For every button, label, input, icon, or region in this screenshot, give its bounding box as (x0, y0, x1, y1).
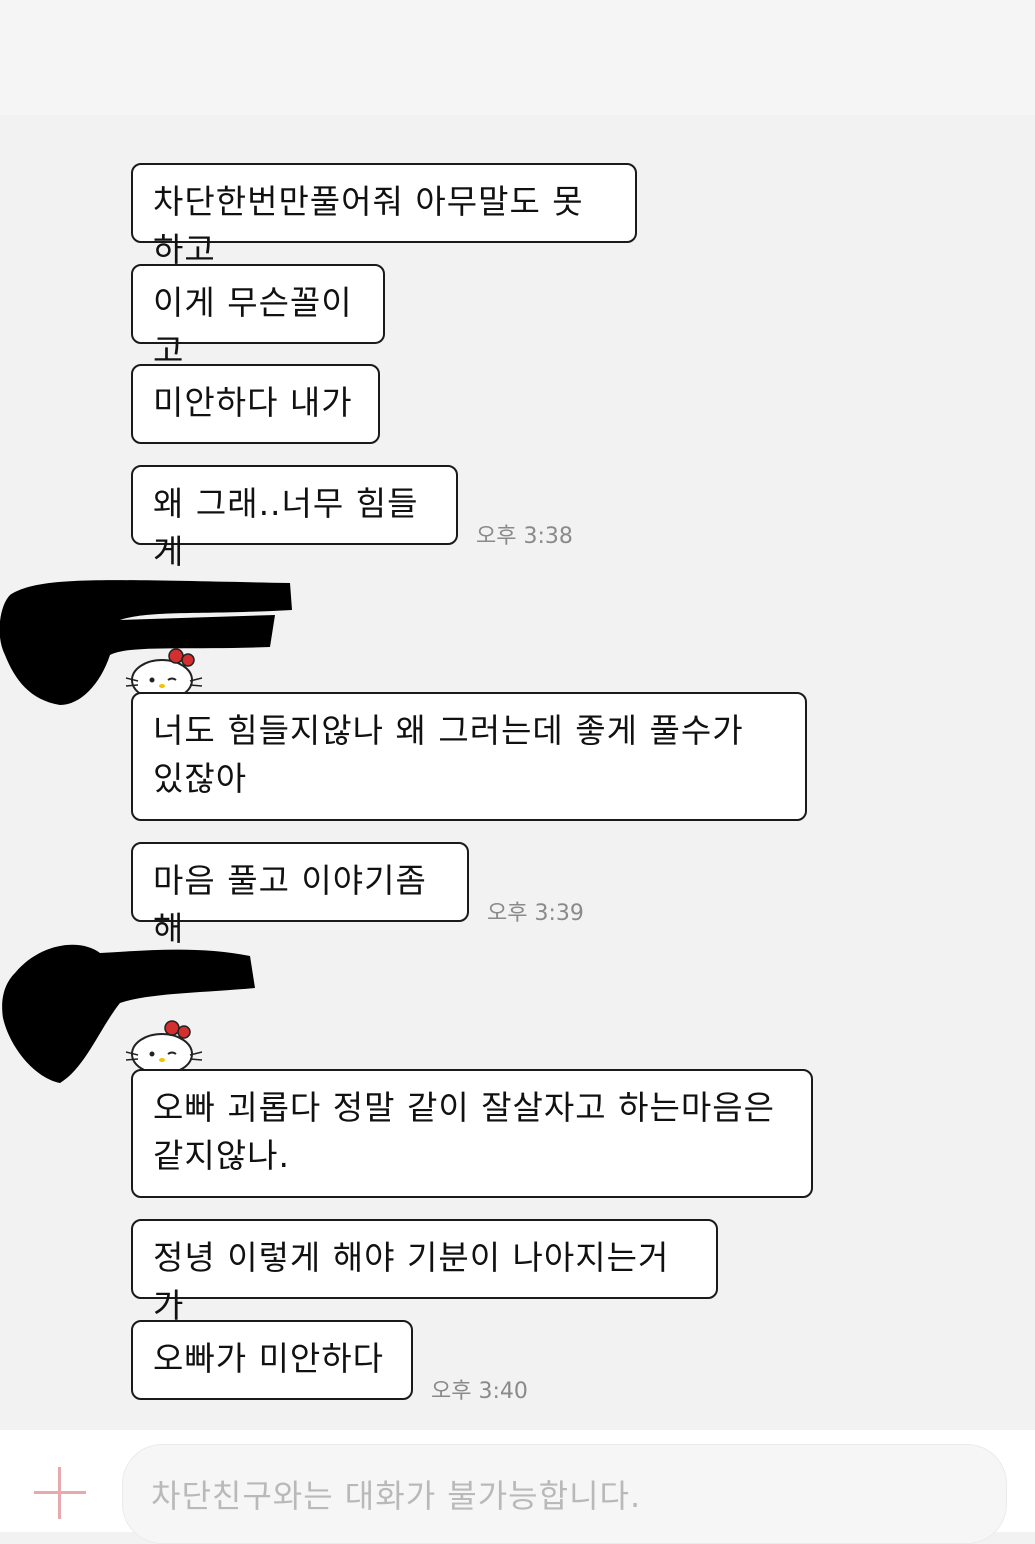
message-bubble[interactable]: 오빠가 미안하다 (131, 1320, 413, 1400)
message-bubble[interactable]: 너도 힘들지않나 왜 그러는데 좋게 풀수가 있잖아 (131, 692, 807, 821)
message-bubble[interactable]: 차단한번만풀어줘 아무말도 못하고 (131, 163, 637, 269)
message-bubble[interactable]: 마음 풀고 이야기좀 해 (131, 842, 469, 948)
message-bubble[interactable]: 미안하다 내가 (131, 364, 380, 444)
top-area (0, 0, 1035, 115)
message-input[interactable]: 차단친구와는 대화가 불가능합니다. (122, 1444, 1007, 1544)
message-timestamp: 오후 3:39 (487, 901, 584, 926)
message-bubble[interactable]: 정녕 이렇게 해야 기분이 나아지는거가 (131, 1219, 718, 1325)
hello-kitty-avatar[interactable] (124, 1016, 204, 1076)
message-timestamp: 오후 3:40 (431, 1379, 528, 1404)
plus-icon[interactable] (34, 1467, 86, 1519)
message-bubble[interactable]: 이게 무슨꼴이고 (131, 264, 385, 370)
message-bubble[interactable]: 왜 그래..너무 힘들게 (131, 465, 458, 571)
message-bubble[interactable]: 오빠 괴롭다 정말 같이 잘살자고 하는마음은 같지않나. (131, 1069, 813, 1198)
hello-kitty-avatar[interactable] (124, 640, 204, 700)
message-timestamp: 오후 3:38 (476, 524, 573, 549)
